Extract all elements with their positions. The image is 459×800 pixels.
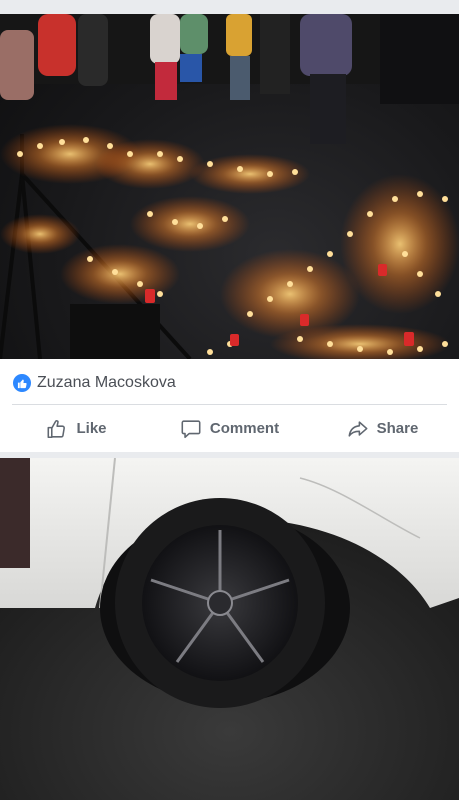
candle-lights — [0, 124, 459, 359]
share-label: Share — [376, 420, 419, 437]
candles-photo-art — [0, 14, 459, 359]
post-photo-car-wheel[interactable] — [0, 458, 459, 800]
post-actions: Like Comment Share — [0, 405, 459, 452]
comment-button[interactable]: Comment — [153, 405, 306, 452]
wheel-logo — [207, 590, 233, 616]
share-button[interactable]: Share — [306, 405, 459, 452]
car-wheel-photo-art — [0, 458, 459, 800]
person-leg — [0, 458, 30, 568]
post-card: Zuzana Macoskova Like Comment Share — [0, 359, 459, 452]
like-button[interactable]: Like — [0, 405, 153, 452]
top-separator — [0, 0, 459, 14]
thumbs-up-icon — [47, 419, 66, 438]
equipment-box — [70, 304, 160, 359]
share-arrow-icon — [348, 420, 368, 437]
speech-bubble-icon — [181, 419, 201, 438]
post-photo-candles[interactable] — [0, 14, 459, 359]
like-reaction-icon[interactable] — [13, 374, 31, 392]
comment-label: Comment — [209, 420, 280, 437]
liker-name[interactable]: Zuzana Macoskova — [37, 373, 176, 393]
like-label: Like — [76, 420, 107, 437]
